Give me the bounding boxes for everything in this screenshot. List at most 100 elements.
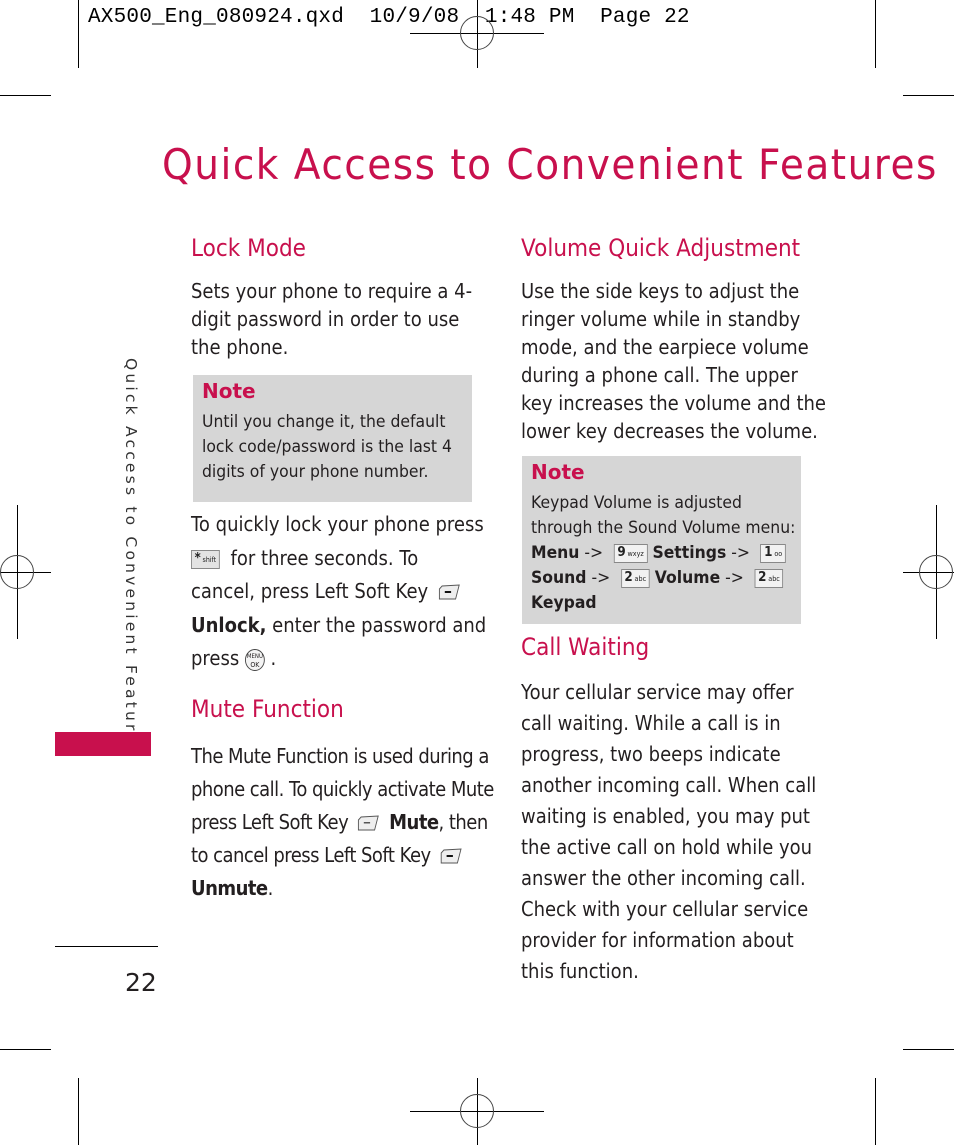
mute-label: Mute [389,810,439,834]
volume-description: Use the side keys to adjust the ringer v… [521,277,826,445]
text-line: Sound -> 2 abc Volume -> 2 abc [531,566,795,591]
text-span: cancel, press Left Soft Key [191,579,429,603]
text-line: Keypad Volume is adjusted [531,493,742,513]
key-label: 9 [617,544,626,560]
lock-mode-description: Sets your phone to require a 4- digit pa… [191,277,472,361]
sound-label: Sound [531,568,587,588]
settings-label: Settings [652,543,727,563]
text-line: lower key decreases the volume. [521,419,818,443]
lock-instructions: To quickly lock your phone press * shift f… [191,508,486,676]
crop-mark [0,95,51,96]
text-line: lock code/password is the last 4 [202,437,452,457]
page-number: 22 [125,968,157,997]
text-line: answer the other incoming call. [521,866,806,890]
arrow: -> [584,543,604,563]
text-line: To quickly lock your phone press [191,512,484,536]
key-sublabel: oo [774,549,783,558]
text-span: to cancel press Left Soft Key [191,843,431,867]
text-line: the phone. [191,335,289,359]
text-line: Unlock, enter the password and [191,609,486,643]
call-waiting-description: Your cellular service may offer call wai… [521,677,816,987]
registration-circle-icon [0,555,34,589]
crop-mark [78,1078,79,1145]
key-label: 2 [624,569,633,585]
text-line: press Left Soft Key Mute, then [191,806,494,839]
text-line: digit password in order to use [191,307,460,331]
print-slug: AX500_Eng_080924.qxd 10/9/08 1:48 PM Pag… [88,6,690,29]
text-span: for three seconds. To [230,545,419,570]
arrow: -> [591,568,611,588]
unmute-label: Unmute [191,876,268,900]
mute-function-heading: Mute Function [191,695,344,723]
footer-rule [55,946,158,947]
note-body: Keypad Volume is adjusted through the So… [531,491,795,616]
text-line: phone call. To quickly activate Mute [191,777,494,801]
key-label: OK [250,660,260,669]
note-body: Until you change it, the default lock co… [202,410,452,485]
left-soft-key-icon [438,584,460,600]
text-line: call waiting. While a call is in [521,711,781,735]
key-sublabel: wxyz [627,549,644,558]
registration-circle-icon [919,555,953,589]
page-title: Quick Access to Convenient Features [162,140,938,189]
text-line: press MENU OK . [191,642,486,676]
registration-circle-icon [460,1094,494,1128]
text-line: Your cellular service may offer [521,680,794,704]
key-1-voicemail-icon: 1 oo [760,543,786,563]
text-line: key increases the volume and the [521,391,827,415]
note-title: Note [531,460,585,484]
text-line: digits of your phone number. [202,462,429,482]
key-sublabel: shift [202,555,217,564]
slug-date: 10/9/08 [369,6,460,29]
text-line: The Mute Function is used during a [191,744,489,768]
volume-label: Volume [654,568,721,588]
text-span: , then [438,810,489,834]
text-line: Until you change it, the default [202,412,446,432]
key-2-icon: 2 abc [754,568,784,588]
text-line: another incoming call. When call [521,773,817,797]
arrow: -> [725,568,744,588]
volume-note: Note Keypad Volume is adjusted through t… [522,456,801,624]
lock-mode-heading: Lock Mode [191,234,306,262]
key-label: 1 [764,544,773,560]
slug-filename: AX500_Eng_080924.qxd [88,6,345,29]
text-line: cancel, press Left Soft Key [191,575,486,609]
star-shift-key-icon: * shift [191,549,220,569]
text-line: mode, and the earpiece volume [521,335,809,359]
note-title: Note [202,379,256,403]
left-soft-key-icon [440,848,462,864]
text-span: enter the password and [272,612,487,637]
arrow: -> [731,543,751,563]
crop-mark [875,0,876,68]
lock-mode-note: Note Until you change it, the default lo… [193,375,472,502]
text-line: the active call on hold while you [521,835,813,859]
text-line: Keypad [531,591,795,616]
text-line: progress, two beeps indicate [521,742,781,766]
left-soft-key-icon [358,815,380,831]
crop-mark [903,95,954,96]
text-line: this function. [521,959,639,983]
side-tab-accent-bar [55,732,151,756]
text-line: Menu -> 9 wxyz Settings -> 1 oo [531,541,795,566]
text-line: Use the side keys to adjust the [521,279,800,303]
crop-mark [0,1049,51,1050]
slug-page: Page 22 [600,6,690,29]
text-span: press Left Soft Key [191,810,349,834]
text-line: during a phone call. The upper [521,363,798,387]
menu-label: Menu [531,543,580,563]
mute-function-description: The Mute Function is used during a phone… [191,740,494,905]
key-2-icon: 2 abc [620,568,650,588]
text-line: ringer volume while in standby [521,307,801,331]
text-line: to cancel press Left Soft Key [191,839,494,872]
volume-quick-adjustment-heading: Volume Quick Adjustment [521,234,801,262]
unlock-label: Unlock, [191,612,267,637]
text-line: waiting is enabled, you may put [521,804,810,828]
text-line: Unmute. [191,872,494,905]
text-line: through the Sound Volume menu: [531,518,796,538]
crop-mark [903,1049,954,1050]
text-line: * shift for three seconds. To [191,542,486,576]
text-line: Check with your cellular service [521,897,809,921]
text-line: provider for information about [521,928,794,952]
text-span: press [191,646,240,670]
crop-mark [875,1078,876,1145]
